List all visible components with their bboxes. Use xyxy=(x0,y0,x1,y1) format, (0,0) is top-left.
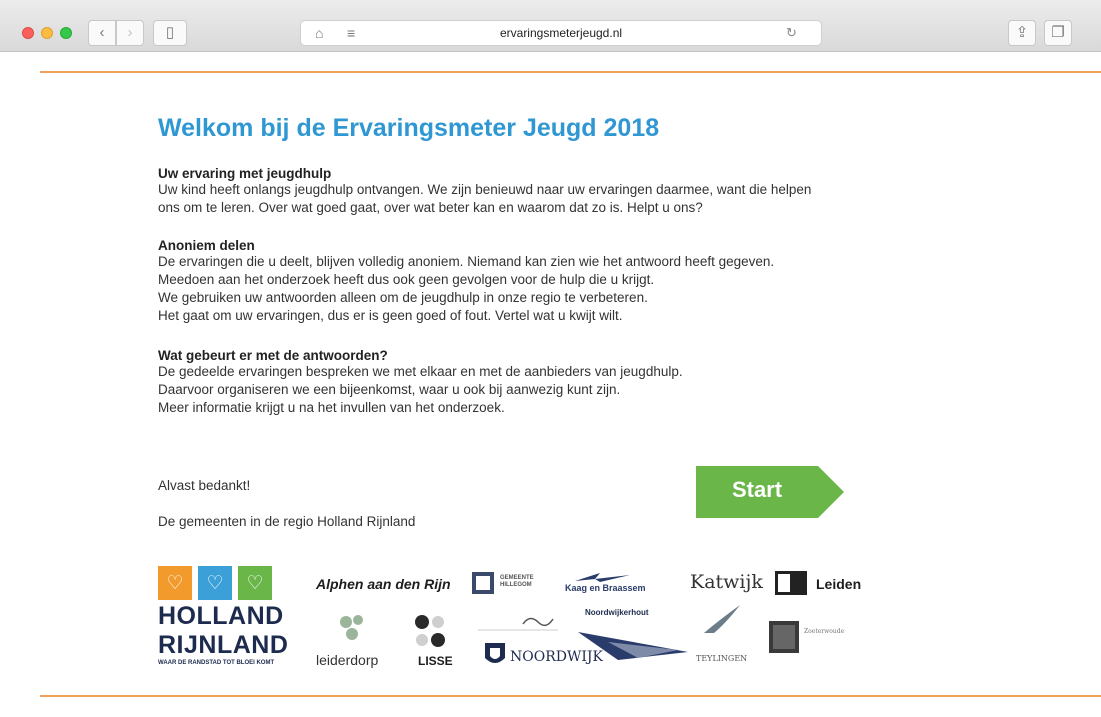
top-divider xyxy=(40,71,1101,73)
forward-button[interactable]: › xyxy=(116,20,144,46)
thanks-text: Alvast bedankt! xyxy=(158,478,251,493)
tab-overview-button[interactable]: ❐ xyxy=(1044,20,1072,46)
katwijk-logo: Katwijk xyxy=(690,571,763,593)
share-button[interactable]: ⇪ xyxy=(1008,20,1036,46)
browser-toolbar: ‹ › ▯ ⌂ ≡ ervaringsmeterjeugd.nl ↻ ⇪ ❐ xyxy=(0,0,1101,52)
zoeterwoude-logo: Zoeterwoude xyxy=(804,628,845,635)
close-window-button[interactable] xyxy=(22,27,34,39)
leiden-logo: Leiden xyxy=(816,576,862,592)
section-heading: Uw ervaring met jeugdhulp xyxy=(158,166,332,181)
share-icon: ⇪ xyxy=(1015,24,1029,41)
leiderdorp-leaves-icon xyxy=(340,615,363,640)
address-bar[interactable]: ⌂ ≡ ervaringsmeterjeugd.nl ↻ xyxy=(300,20,822,46)
region-text: De gemeenten in de regio Holland Rijnlan… xyxy=(158,514,416,529)
minimize-window-button[interactable] xyxy=(41,27,53,39)
katwijk-bird-icon xyxy=(704,605,740,633)
zoom-window-button[interactable] xyxy=(60,27,72,39)
noordwijk-crest-icon xyxy=(485,643,505,663)
bottom-divider xyxy=(40,695,1101,697)
logo-line: HOLLAND xyxy=(158,602,284,630)
section-line: De ervaringen die u deelt, blijven volle… xyxy=(158,254,775,269)
section-experience: Uw ervaring met jeugdhulp Uw kind heeft … xyxy=(158,166,898,217)
sidebar-icon: ▯ xyxy=(165,24,175,41)
noordwijkerhout-logo: Noordwijkerhout xyxy=(585,608,649,617)
leiden-crest-icon xyxy=(775,571,807,595)
logo-line: RIJNLAND xyxy=(158,631,289,659)
noordwijk-wave-icon xyxy=(478,617,558,631)
back-button[interactable]: ‹ xyxy=(88,20,116,46)
section-anonymous: Anoniem delen De ervaringen die u deelt,… xyxy=(158,238,898,325)
start-button[interactable]: Start xyxy=(696,466,844,518)
zoeterwoude-crest-icon xyxy=(769,621,799,653)
leiderdorp-logo: leiderdorp xyxy=(316,652,379,668)
tabs-icon: ❐ xyxy=(1051,24,1065,41)
page-title: Welkom bij de Ervaringsmeter Jeugd 2018 xyxy=(158,114,660,142)
section-line: De gedeelde ervaringen bespreken we met … xyxy=(158,364,683,379)
section-heading: Wat gebeurt er met de antwoorden? xyxy=(158,348,388,363)
lisse-flower-icon xyxy=(415,615,445,647)
chevron-right-icon: › xyxy=(127,24,133,41)
teylingen-logo: TEYLINGEN xyxy=(696,654,748,663)
url-text: ervaringsmeterjeugd.nl xyxy=(499,26,623,40)
section-line: ons om te leren. Over wat goed gaat, ove… xyxy=(158,200,703,215)
section-line: Uw kind heeft onlangs jeugdhulp ontvange… xyxy=(158,182,812,197)
hillegom-logo: GEMEENTE HILLEGOM xyxy=(471,571,549,595)
holland-rijnland-logo: ♡ ♡ ♡ HOLLAND RIJNLAND WAAR DE RANDSTAD … xyxy=(158,566,300,666)
noordwijk-logo: NOORDWIJK xyxy=(510,649,603,665)
hillegom-text: GEMEENTE HILLEGOM xyxy=(500,575,534,588)
tulip-icon: ♡ xyxy=(238,566,272,600)
section-answers: Wat gebeurt er met de antwoorden? De ged… xyxy=(158,348,898,417)
sidebar-toggle-button[interactable]: ▯ xyxy=(153,20,187,46)
chevron-left-icon: ‹ xyxy=(99,24,105,41)
section-line: Het gaat om uw ervaringen, dus er is gee… xyxy=(158,308,623,323)
section-heading: Anoniem delen xyxy=(158,238,255,253)
kaag-wings-icon xyxy=(575,573,630,582)
section-line: Meer informatie krijgt u na het invullen… xyxy=(158,400,505,415)
section-line: Daarvoor organiseren we een bijeenkomst,… xyxy=(158,382,621,397)
kaag-logo: Kaag en Braassem xyxy=(565,583,646,593)
alphen-logo: Alphen aan den Rijn xyxy=(316,576,451,592)
tulip-icon: ♡ xyxy=(198,566,232,600)
reload-icon[interactable]: ↻ xyxy=(786,25,797,41)
section-line: Meedoen aan het onderzoek heeft dus ook … xyxy=(158,272,655,287)
lisse-logo: LISSE xyxy=(418,654,453,668)
tulip-icon: ♡ xyxy=(158,566,192,600)
section-line: We gebruiken uw antwoorden alleen om de … xyxy=(158,290,648,305)
hillegom-crest-icon xyxy=(472,572,494,594)
logo-tagline: WAAR DE RANDSTAD TOT BLOEI KOMT xyxy=(158,660,275,666)
start-label: Start xyxy=(731,477,783,502)
